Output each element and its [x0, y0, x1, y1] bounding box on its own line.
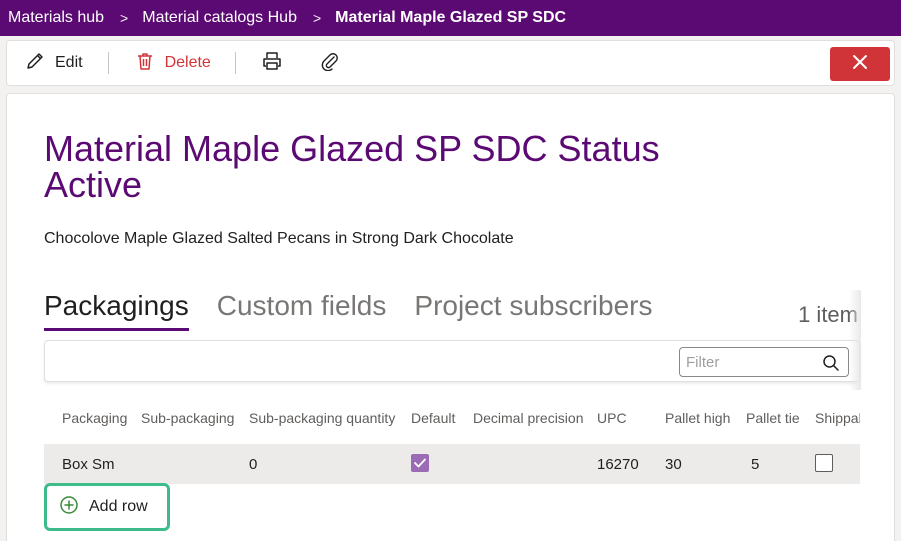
column-header-sub-packaging-quantity[interactable]: Sub-packaging quantity	[249, 410, 395, 426]
material-description: Chocolove Maple Glazed Salted Pecans in …	[44, 230, 514, 247]
add-circle-icon	[59, 495, 79, 520]
add-row-button[interactable]: Add row	[44, 483, 170, 531]
trash-icon	[135, 51, 155, 76]
breadcrumb-item-material-catalogs-hub[interactable]: Material catalogs Hub	[142, 9, 297, 27]
printer-icon	[261, 51, 283, 76]
column-header-sub-packaging[interactable]: Sub-packaging	[141, 410, 234, 426]
filter-input[interactable]	[686, 353, 816, 371]
cell-pallet-tie: 5	[751, 456, 760, 473]
cell-sub-packaging-quantity: 0	[249, 456, 258, 473]
breadcrumb-separator: >	[120, 10, 129, 26]
pencil-icon	[25, 51, 45, 76]
packagings-grid: Packaging Sub-packaging Sub-packaging qu…	[44, 398, 860, 486]
breadcrumb-separator: >	[312, 10, 322, 26]
column-header-default[interactable]: Default	[411, 410, 455, 426]
tab-custom-fields[interactable]: Custom fields	[217, 290, 387, 330]
checkmark-icon	[414, 458, 426, 468]
edit-button[interactable]: Edit	[25, 40, 83, 86]
search-icon[interactable]	[822, 354, 840, 377]
breadcrumb-item-current: Material Maple Glazed SP SDC	[335, 9, 567, 26]
shippable-checkbox[interactable]	[815, 454, 833, 472]
close-button[interactable]	[830, 47, 890, 81]
toolbar-divider	[234, 52, 236, 74]
breadcrumb-item-materials-hub[interactable]: Materials hub	[8, 9, 104, 27]
table-row[interactable]: Box Sm 0 16270 30 5	[44, 444, 860, 484]
column-header-upc[interactable]: UPC	[597, 410, 627, 426]
delete-label: Delete	[164, 54, 211, 71]
edit-label: Edit	[55, 54, 83, 71]
cell-pallet-high: 30	[665, 456, 682, 473]
tab-packagings[interactable]: Packagings	[44, 290, 189, 331]
filter-box	[679, 347, 849, 377]
grid-scroll-shadow	[849, 290, 861, 390]
add-row-label: Add row	[89, 498, 148, 515]
command-toolbar: Edit Delete	[6, 40, 895, 86]
tab-project-subscribers[interactable]: Project subscribers	[414, 290, 652, 330]
cell-upc: 16270	[597, 456, 639, 473]
print-button[interactable]	[261, 40, 283, 86]
paperclip-icon	[321, 51, 339, 76]
grid-command-bar	[44, 340, 860, 382]
cell-packaging: Box Sm	[62, 456, 115, 473]
column-header-pallet-high[interactable]: Pallet high	[665, 410, 730, 426]
toolbar-divider	[107, 52, 109, 74]
column-header-decimal-precision[interactable]: Decimal precision	[473, 410, 583, 426]
material-detail-card: Material Maple Glazed SP SDC Status Acti…	[6, 93, 895, 541]
tab-list: Packagings Custom fields Project subscri…	[44, 290, 680, 331]
column-header-shippable[interactable]: Shippable	[815, 410, 860, 426]
column-header-packaging[interactable]: Packaging	[62, 410, 127, 426]
attach-button[interactable]	[321, 40, 339, 86]
default-checkbox[interactable]	[411, 454, 429, 472]
column-header-pallet-tie[interactable]: Pallet tie	[746, 410, 800, 426]
breadcrumb: Materials hub > Material catalogs Hub > …	[0, 0, 901, 36]
delete-button[interactable]: Delete	[135, 40, 211, 86]
page-title: Material Maple Glazed SP SDC Status Acti…	[44, 128, 660, 205]
close-icon	[852, 54, 868, 75]
